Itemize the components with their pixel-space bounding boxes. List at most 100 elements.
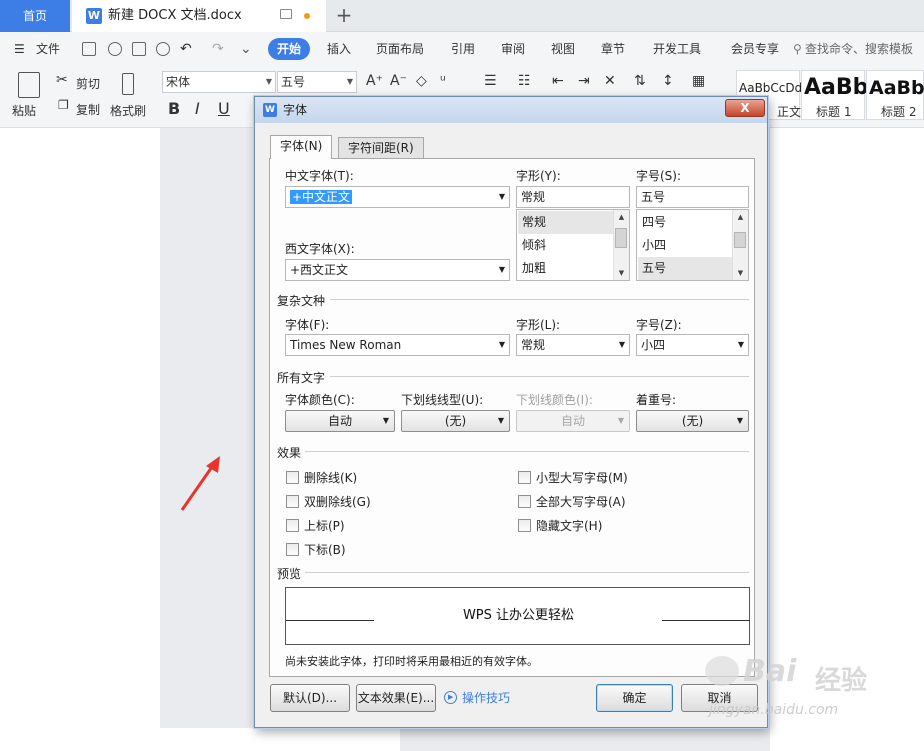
save-icon[interactable] [82,42,96,56]
chinese-layout-icon[interactable]: ✕ [604,73,616,89]
font-name-select[interactable]: 宋体 ▼ [162,71,276,93]
size-list[interactable]: 四号 小四 五号 ▲ ▼ [636,209,749,281]
dialog-titlebar[interactable]: W 字体 X [255,97,767,123]
copy-icon[interactable]: ❐ [58,98,69,112]
small-caps-label[interactable]: 小型大写字母(M) [536,469,628,486]
menu-file[interactable]: 文件 [36,32,60,66]
size-input[interactable]: 五号 [636,186,749,208]
menu-view[interactable]: 视图 [551,32,575,66]
superscript-label[interactable]: 上标(P) [304,517,345,534]
undo-icon[interactable]: ↶ [180,32,192,66]
chinese-font-select[interactable]: +中文正文 ▼ [285,186,510,208]
text-direction-icon[interactable]: ⇅ [634,73,646,89]
document-page-bottom[interactable] [160,728,400,751]
subscript-checkbox[interactable] [286,543,299,556]
small-caps-checkbox[interactable] [518,471,531,484]
export-icon[interactable] [108,42,122,56]
close-icon[interactable]: X [725,99,765,117]
double-strikethrough-label[interactable]: 双删除线(G) [304,493,371,510]
menu-insert[interactable]: 插入 [327,32,351,66]
scroll-thumb[interactable] [615,228,627,248]
redo-icon[interactable]: ↷ [212,32,224,66]
grow-font-icon[interactable]: A⁺ [366,73,383,89]
home-tab[interactable]: 首页 [0,0,70,32]
hamburger-menu-icon[interactable]: ☰ [14,32,25,66]
strikethrough-label[interactable]: 删除线(K) [304,469,357,486]
subscript-label[interactable]: 下标(B) [304,541,346,558]
all-caps-checkbox[interactable] [518,495,531,508]
copy-button[interactable]: 复制 [76,101,100,118]
all-caps-label[interactable]: 全部大写字母(A) [536,493,626,510]
cut-button[interactable]: 剪切 [76,75,100,92]
style-heading-1[interactable]: AaBb 标题 1 [801,70,868,120]
scroll-up-icon[interactable]: ▲ [733,210,748,224]
scroll-down-icon[interactable]: ▼ [733,266,748,280]
increase-indent-icon[interactable]: ⇥ [578,73,590,89]
complex-size-select[interactable]: 小四 ▼ [636,334,749,356]
hidden-text-label[interactable]: 隐藏文字(H) [536,517,602,534]
paste-button[interactable]: 粘贴 [12,102,36,119]
scissors-icon[interactable]: ✂ [56,72,68,88]
size-list-scrollbar[interactable]: ▲ ▼ [732,210,748,280]
print-icon[interactable] [132,42,146,56]
size-option[interactable]: 五号 [638,257,732,280]
style-option[interactable]: 常规 [518,211,613,234]
complex-style-select[interactable]: 常规 ▼ [516,334,630,356]
size-option[interactable]: 小四 [638,234,732,257]
menu-page-layout[interactable]: 页面布局 [376,32,424,66]
menu-review[interactable]: 审阅 [501,32,525,66]
format-painter-icon[interactable] [122,73,134,95]
play-icon[interactable]: ▶ [444,691,457,704]
font-size-select[interactable]: 五号 ▼ [277,71,357,93]
hidden-text-checkbox[interactable] [518,519,531,532]
decrease-indent-icon[interactable]: ⇤ [552,73,564,89]
menu-member[interactable]: 会员专享 [731,32,779,66]
document-tab[interactable]: W 新建 DOCX 文档.docx [72,0,326,32]
emphasis-button[interactable]: (无) ▼ [636,410,749,432]
complex-font-select[interactable]: Times New Roman ▼ [285,334,510,356]
tips-link[interactable]: 操作技巧 [462,691,510,705]
scroll-down-icon[interactable]: ▼ [614,266,629,280]
menu-developer[interactable]: 开发工具 [653,32,701,66]
line-spacing-icon[interactable]: ↕ [662,73,674,89]
underline-type-button[interactable]: (无) ▼ [401,410,510,432]
menu-section[interactable]: 章节 [601,32,625,66]
format-painter-button[interactable]: 格式刷 [110,102,146,119]
underline-icon[interactable]: U [218,99,230,118]
shrink-font-icon[interactable]: A⁻ [390,73,407,89]
paste-icon[interactable] [18,72,40,98]
strikethrough-checkbox[interactable] [286,471,299,484]
monitor-icon[interactable] [280,9,292,19]
scroll-up-icon[interactable]: ▲ [614,210,629,224]
default-button[interactable]: 默认(D)... [270,684,350,712]
tab-char-spacing[interactable]: 字符间距(R) [338,137,424,159]
font-color-button[interactable]: 自动 ▼ [285,410,395,432]
style-option[interactable]: 倾斜 [518,234,613,257]
more-quick-icon[interactable]: ⌄ [240,32,252,66]
size-option[interactable]: 四号 [638,211,732,234]
style-heading-2[interactable]: AaBb 标题 2 [866,70,924,120]
style-option[interactable]: 加粗 [518,257,613,280]
scroll-thumb[interactable] [734,232,746,248]
command-search[interactable]: 查找命令、搜索模板 [805,32,913,66]
new-tab-plus-icon[interactable]: + [334,2,354,30]
bold-icon[interactable]: B [168,99,180,118]
style-input[interactable]: 常规 [516,186,630,208]
table-tools-icon[interactable]: ▦ [692,73,705,89]
tab-font[interactable]: 字体(N) [270,135,333,159]
numbered-list-icon[interactable]: ☷ [518,73,531,89]
double-strikethrough-checkbox[interactable] [286,495,299,508]
western-font-select[interactable]: +西文正文 ▼ [285,259,510,281]
phonetic-icon[interactable]: ᵘ [440,73,446,89]
clear-format-icon[interactable]: ◇ [416,73,427,89]
style-list-scrollbar[interactable]: ▲ ▼ [613,210,629,280]
text-effect-button[interactable]: 文本效果(E)... [356,684,436,712]
ok-button[interactable]: 确定 [596,684,673,712]
bullet-list-icon[interactable]: ☰ [484,73,497,89]
document-page-left[interactable] [0,128,160,751]
menu-references[interactable]: 引用 [451,32,475,66]
superscript-checkbox[interactable] [286,519,299,532]
italic-icon[interactable]: I [195,99,200,118]
style-list[interactable]: 常规 倾斜 加粗 ▲ ▼ [516,209,630,281]
print-preview-icon[interactable] [156,42,170,56]
